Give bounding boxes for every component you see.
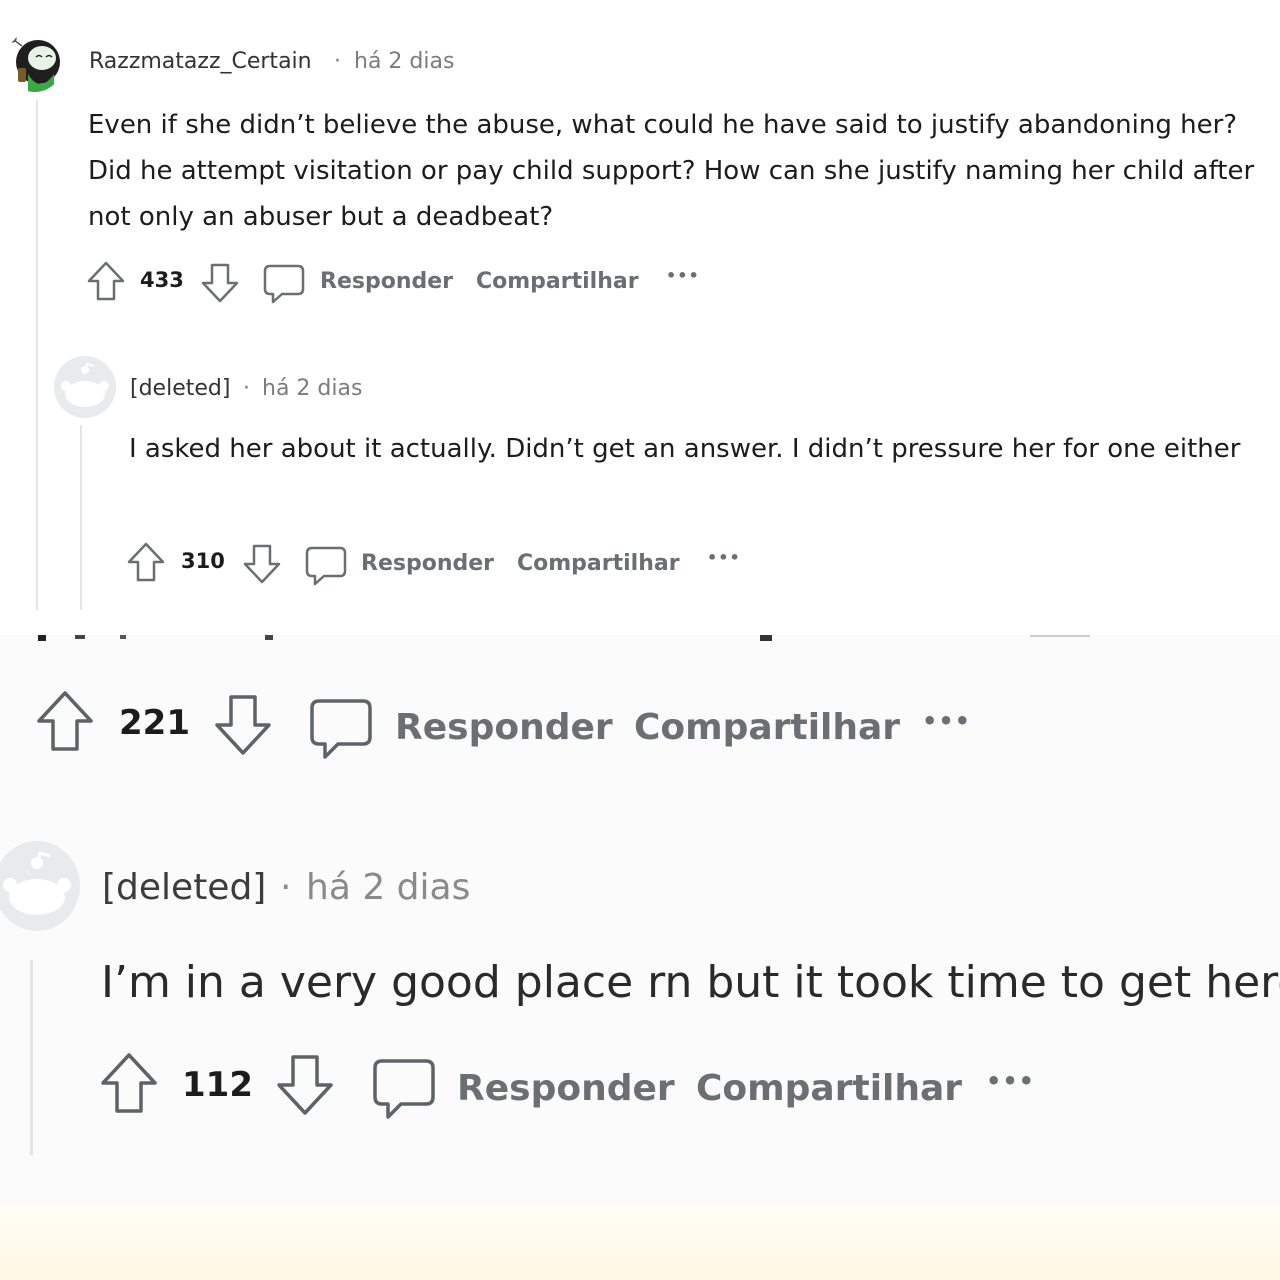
reply-button[interactable]: Responder xyxy=(395,707,613,748)
more-options-button[interactable]: ••• xyxy=(666,266,700,285)
more-options-button[interactable]: ••• xyxy=(922,707,971,735)
more-options-button[interactable]: ••• xyxy=(986,1067,1035,1095)
upvote-icon[interactable] xyxy=(98,1051,160,1119)
meta-separator: · xyxy=(280,867,292,908)
thread-line[interactable] xyxy=(36,100,38,610)
comment-timestamp[interactable]: há 2 dias xyxy=(354,49,454,74)
cropped-footer-area xyxy=(0,1205,1280,1280)
comment-author: [deleted] xyxy=(130,376,231,401)
vote-score: 221 xyxy=(119,703,190,743)
comment-timestamp[interactable]: há 2 dias xyxy=(306,867,470,908)
more-options-button[interactable]: ••• xyxy=(707,548,741,567)
share-button[interactable]: Compartilhar xyxy=(696,1068,962,1109)
user-avatar-icon[interactable] xyxy=(6,30,64,92)
share-button[interactable]: Compartilhar xyxy=(476,269,639,294)
default-avatar-icon[interactable] xyxy=(0,841,80,931)
reply-button[interactable]: Responder xyxy=(361,551,494,576)
reply-button[interactable]: Responder xyxy=(320,269,453,294)
comment-thread-bottom: 221 Responder Compartilhar ••• [deleted]… xyxy=(0,635,1280,1280)
meta-separator: · xyxy=(334,49,341,74)
comment-author: [deleted] xyxy=(102,867,267,908)
vote-score: 433 xyxy=(140,268,184,292)
downvote-icon[interactable] xyxy=(200,262,240,308)
comment-author[interactable]: Razzmatazz_Certain xyxy=(89,49,312,74)
vote-score: 112 xyxy=(182,1065,253,1105)
share-button[interactable]: Compartilhar xyxy=(517,551,680,576)
thread-line[interactable] xyxy=(80,425,82,610)
comment-body: Even if she didn’t believe the abuse, wh… xyxy=(88,110,1255,232)
meta-separator: · xyxy=(243,376,250,401)
vote-score: 310 xyxy=(181,549,225,573)
upvote-icon[interactable] xyxy=(34,689,96,757)
upvote-icon[interactable] xyxy=(86,260,126,306)
reply-icon[interactable] xyxy=(370,1055,438,1127)
comment-timestamp[interactable]: há 2 dias xyxy=(262,376,362,401)
reply-icon[interactable] xyxy=(304,544,348,592)
upvote-icon[interactable] xyxy=(126,541,166,587)
downvote-icon[interactable] xyxy=(212,693,274,761)
downvote-icon[interactable] xyxy=(274,1053,336,1121)
default-avatar-icon[interactable] xyxy=(54,356,116,418)
cropped-text-remnant xyxy=(30,635,1270,644)
comment-thread-top: Razzmatazz_Certain · há 2 dias Even if s… xyxy=(0,0,1280,635)
downvote-icon[interactable] xyxy=(242,543,282,589)
comment-body: I asked her about it actually. Didn’t ge… xyxy=(129,434,1241,464)
thread-line[interactable] xyxy=(30,960,33,1155)
reply-icon[interactable] xyxy=(307,695,375,767)
share-button[interactable]: Compartilhar xyxy=(634,707,900,748)
reply-button[interactable]: Responder xyxy=(457,1068,675,1109)
reply-icon[interactable] xyxy=(262,262,306,310)
comment-body: I’m in a very good place rn but it took … xyxy=(101,957,1280,1008)
